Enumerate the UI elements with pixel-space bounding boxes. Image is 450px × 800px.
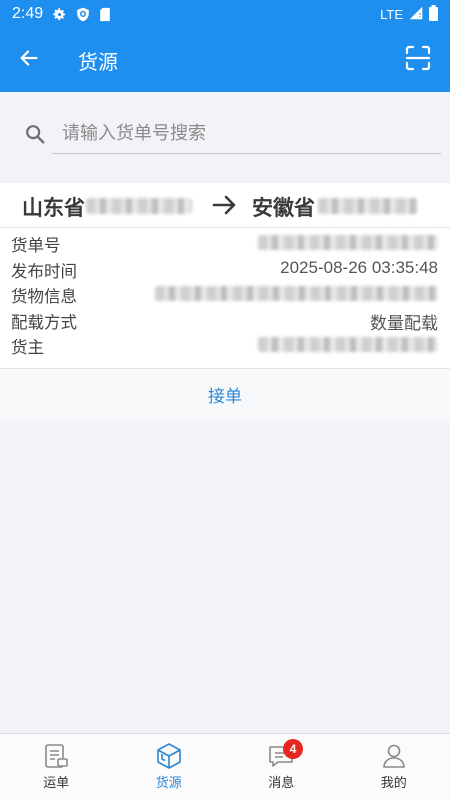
tab-cargo[interactable]: 货源 <box>113 734 226 800</box>
search-input[interactable] <box>52 114 441 154</box>
redacted-owner <box>258 337 438 352</box>
route-to: 安徽省 <box>252 196 315 220</box>
arrow-right-icon <box>212 193 238 222</box>
tab-messages[interactable]: 4 消息 <box>225 734 338 800</box>
tab-label-waybill: 运单 <box>43 776 70 791</box>
route-header: 山东省 安徽省 <box>0 183 450 228</box>
network-type: LTE <box>380 6 403 22</box>
cargo-card: 山东省 安徽省 货单号 发布时间 2025-08-26 03:35:48 货物信… <box>0 183 450 420</box>
load-mode-value: 数量配载 <box>370 313 438 333</box>
signal-icon <box>409 6 423 23</box>
cargo-details: 货单号 发布时间 2025-08-26 03:35:48 货物信息 配载方式 数… <box>0 230 450 358</box>
tab-label-cargo: 货源 <box>155 776 182 791</box>
battery-icon <box>429 4 438 24</box>
bottom-tab-bar: 运单 货源 4 消息 我的 <box>0 733 450 800</box>
scan-icon <box>404 45 432 76</box>
user-icon <box>380 742 408 770</box>
redacted-from-detail <box>86 198 192 214</box>
detail-row-owner: 货主 <box>0 332 450 358</box>
app-bar: 货源 <box>0 28 450 92</box>
back-button[interactable] <box>0 28 58 92</box>
gear-icon <box>52 7 67 22</box>
redacted-goods-info <box>155 286 438 301</box>
route-from: 山东省 <box>22 196 85 220</box>
tab-label-messages: 消息 <box>268 776 295 791</box>
status-bar: 2:49 LTE <box>0 0 450 28</box>
tab-label-profile: 我的 <box>380 776 407 791</box>
detail-row-goods-info: 货物信息 <box>0 281 450 307</box>
detail-row-order-no: 货单号 <box>0 230 450 256</box>
publish-time-label: 发布时间 <box>11 261 77 281</box>
scan-button[interactable] <box>404 44 432 72</box>
page-title: 货源 <box>78 49 118 74</box>
shield-icon <box>76 7 90 22</box>
tab-waybill[interactable]: 运单 <box>0 734 113 800</box>
load-mode-label: 配载方式 <box>11 312 77 332</box>
publish-time-value: 2025-08-26 03:35:48 <box>280 257 438 277</box>
status-time: 2:49 <box>12 5 44 22</box>
search-bar <box>0 92 450 180</box>
redacted-order-no <box>258 235 438 250</box>
arrow-left-icon <box>18 47 40 73</box>
accept-order-button[interactable]: 接单 <box>0 368 450 420</box>
detail-row-load-mode: 配载方式 数量配载 <box>0 307 450 333</box>
goods-info-label: 货物信息 <box>11 287 77 306</box>
detail-row-publish-time: 发布时间 2025-08-26 03:35:48 <box>0 256 450 282</box>
redacted-to-detail <box>318 198 418 214</box>
order-no-label: 货单号 <box>11 236 61 255</box>
cargo-box-icon <box>155 742 183 770</box>
message-badge: 4 <box>283 739 303 759</box>
owner-label: 货主 <box>11 338 44 357</box>
waybill-icon <box>42 742 70 770</box>
tab-profile[interactable]: 我的 <box>338 734 450 800</box>
search-icon <box>24 123 46 149</box>
sd-card-icon <box>99 7 111 22</box>
